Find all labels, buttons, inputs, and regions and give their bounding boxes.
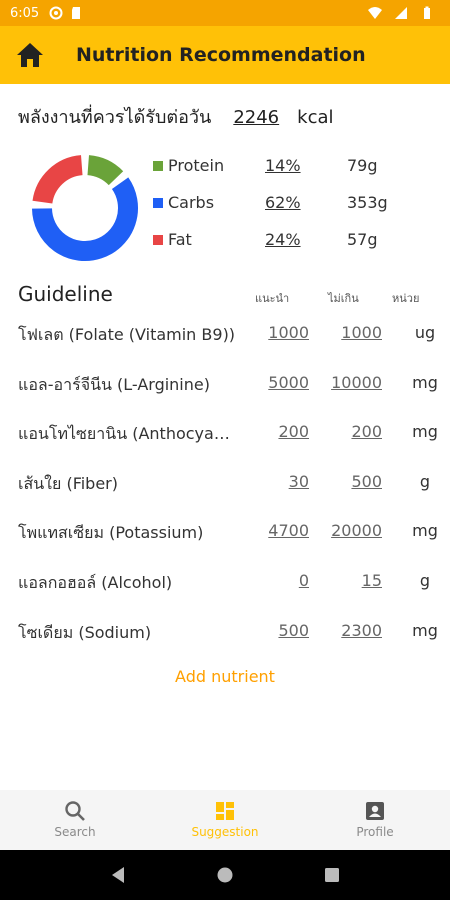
- nutrient-recommended[interactable]: 4700: [268, 521, 309, 540]
- macro-legend: Protein 14% 79g Carbs 62% 353g Fat 24% 57g: [150, 152, 440, 263]
- sync-icon: [49, 6, 63, 20]
- home-circle-icon[interactable]: [217, 867, 233, 883]
- nutrient-unit: ug: [414, 323, 436, 342]
- nutrient-max[interactable]: 500: [351, 472, 382, 491]
- nav-suggestion[interactable]: Suggestion: [150, 790, 300, 850]
- app-bar: Nutrition Recommendation: [0, 26, 450, 84]
- nutrient-name: แอนโทไซยานิน (Anthocyanin): [18, 424, 236, 444]
- daily-energy: พลังงานที่ควรได้รับต่อวัน 2246 kcal: [18, 102, 334, 131]
- macro-swatch: [153, 235, 163, 245]
- nutrient-unit: mg: [412, 422, 438, 442]
- col-max-header: ไม่เกิน: [328, 292, 359, 305]
- nutrient-max[interactable]: 2300: [341, 621, 382, 640]
- nutrient-name: โพแทสเซียม (Potassium): [18, 523, 204, 543]
- nutrient-recommended[interactable]: 500: [278, 621, 309, 640]
- page-title: Nutrition Recommendation: [76, 44, 366, 66]
- recents-icon[interactable]: [324, 867, 340, 883]
- macro-row-fat: Fat 24% 57g: [150, 226, 440, 263]
- profile-icon: [366, 802, 384, 820]
- nutrient-unit: g: [419, 471, 431, 491]
- nutrient-recommended[interactable]: 1000: [268, 323, 309, 342]
- nutrient-row[interactable]: โพแทสเซียม (Potassium) 4700 20000 mg: [0, 508, 450, 558]
- nav-profile-label: Profile: [356, 825, 394, 839]
- energy-label: พลังงานที่ควรได้รับต่อวัน: [18, 107, 212, 128]
- nutrient-max[interactable]: 1000: [341, 323, 382, 342]
- dashboard-icon: [216, 802, 234, 820]
- nutrient-max[interactable]: 20000: [331, 521, 382, 540]
- donut-slice-fat: [32, 155, 84, 205]
- macro-row-protein: Protein 14% 79g: [150, 152, 440, 189]
- macro-name: Fat: [168, 230, 192, 249]
- nutrient-recommended[interactable]: 30: [289, 472, 309, 491]
- macro-swatch: [153, 161, 163, 171]
- home-icon: [17, 43, 43, 67]
- nutrient-name: โซเดียม (Sodium): [18, 622, 152, 642]
- signal-icon: [395, 7, 407, 19]
- system-nav-bar: [0, 850, 450, 900]
- nutrient-row[interactable]: โซเดียม (Sodium) 500 2300 mg: [0, 608, 450, 658]
- nutrient-name: แอล-อาร์จีนีน (L-Arginine): [18, 374, 210, 394]
- home-button[interactable]: [0, 26, 60, 84]
- nutrient-row[interactable]: เส้นใย (Fiber) 30 500 g: [0, 459, 450, 509]
- nutrient-recommended[interactable]: 0: [299, 571, 309, 590]
- macro-donut-chart: [32, 155, 138, 261]
- nav-suggestion-label: Suggestion: [191, 825, 259, 839]
- macro-percent[interactable]: 24%: [265, 230, 301, 249]
- nutrient-max[interactable]: 15: [362, 571, 382, 590]
- nutrient-list: โฟเลต (Folate (Vitamin B9)) 1000 1000 ug แอล…: [0, 310, 450, 657]
- add-nutrient-button[interactable]: Add nutrient: [0, 667, 450, 686]
- nutrient-unit: mg: [412, 620, 438, 640]
- nutrient-recommended[interactable]: 5000: [268, 373, 309, 392]
- donut-slice-protein: [86, 155, 124, 186]
- nav-search[interactable]: Search: [0, 790, 150, 850]
- nutrient-max[interactable]: 200: [351, 422, 382, 441]
- macro-grams: 57g: [347, 230, 378, 249]
- col-unit-header: หน่วย: [392, 292, 420, 305]
- nutrient-name: โฟเลต (Folate (Vitamin B9)): [18, 325, 236, 344]
- macro-name: Carbs: [168, 193, 215, 212]
- nav-profile[interactable]: Profile: [300, 790, 450, 850]
- nutrient-unit: g: [419, 570, 431, 590]
- macro-grams: 353g: [347, 193, 388, 212]
- macro-grams: 79g: [347, 156, 378, 175]
- guideline-title: Guideline: [18, 282, 113, 306]
- back-icon[interactable]: [110, 866, 126, 884]
- nutrient-row[interactable]: แอลกอฮอล์ (Alcohol) 0 15 g: [0, 558, 450, 608]
- nutrient-name: เส้นใย (Fiber): [18, 473, 118, 493]
- guideline-header: Guideline แนะนำ ไม่เกิน หน่วย: [18, 280, 438, 310]
- nutrient-recommended[interactable]: 200: [278, 422, 309, 441]
- nutrient-row[interactable]: โฟเลต (Folate (Vitamin B9)) 1000 1000 ug: [0, 310, 450, 360]
- nutrient-unit: mg: [412, 521, 438, 541]
- macro-swatch: [153, 198, 163, 208]
- bottom-nav: Search Suggestion Profile: [0, 790, 450, 850]
- macro-name: Protein: [168, 156, 225, 175]
- nutrient-max[interactable]: 10000: [331, 373, 382, 392]
- status-bar: 6:05: [0, 0, 450, 26]
- wifi-icon: [368, 7, 382, 19]
- col-recommended-header: แนะนำ: [255, 292, 290, 305]
- sd-card-icon: [72, 7, 81, 19]
- nutrient-row[interactable]: แอล-อาร์จีนีน (L-Arginine) 5000 10000 mg: [0, 360, 450, 410]
- macro-row-carbs: Carbs 62% 353g: [150, 189, 440, 226]
- battery-icon: [424, 6, 430, 19]
- macro-percent[interactable]: 62%: [265, 193, 301, 212]
- energy-unit: kcal: [297, 107, 334, 128]
- status-time: 6:05: [10, 5, 40, 21]
- nav-search-label: Search: [54, 825, 96, 839]
- search-icon: [65, 801, 85, 821]
- nutrient-name: แอลกอฮอล์ (Alcohol): [18, 572, 173, 592]
- nutrient-row[interactable]: แอนโทไซยานิน (Anthocyanin) 200 200 mg: [0, 409, 450, 459]
- energy-value[interactable]: 2246: [233, 107, 279, 128]
- nutrient-unit: mg: [412, 372, 438, 392]
- macro-percent[interactable]: 14%: [265, 156, 301, 175]
